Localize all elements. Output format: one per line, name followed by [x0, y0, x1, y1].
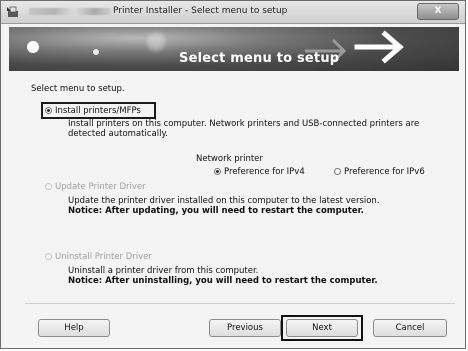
close-button[interactable]: X — [417, 3, 459, 20]
option-uninstall-driver-description-block: Uninstall a printer driver from this com… — [68, 266, 453, 286]
radio-uninstall-driver-icon[interactable] — [45, 253, 52, 260]
header-banner: Select menu to setup — [9, 27, 459, 71]
footer-separator — [25, 303, 455, 304]
option-uninstall-driver-description: Uninstall a printer driver from this com… — [68, 266, 259, 276]
installer-window: Printer Installer - Select menu to setup… — [0, 0, 466, 349]
option-install-printers-label: Install printers/MFPs — [55, 106, 141, 116]
close-icon: X — [434, 6, 442, 16]
option-update-driver-notice: Notice: After updating, you will need to… — [68, 206, 364, 216]
radio-install-printers-icon[interactable] — [45, 107, 52, 114]
radio-update-driver-icon[interactable] — [45, 183, 52, 190]
option-uninstall-driver-label: Uninstall Printer Driver — [55, 252, 152, 262]
option-install-printers-description: Install printers on this computer. Netwo… — [68, 119, 420, 139]
setup-prompt: Select menu to setup. — [31, 84, 125, 94]
option-install-printers[interactable]: Install printers/MFPs — [45, 106, 141, 116]
banner-decoration-dot — [27, 41, 39, 53]
option-uninstall-driver[interactable]: Uninstall Printer Driver — [45, 252, 152, 262]
window-title: Printer Installer - Select menu to setup — [113, 6, 288, 16]
network-printer-label: Network printer — [196, 154, 263, 164]
option-update-driver[interactable]: Update Printer Driver — [45, 182, 146, 192]
installer-app-icon — [7, 6, 18, 17]
previous-button[interactable]: Previous — [209, 319, 281, 337]
radio-ipv6-icon[interactable] — [334, 168, 341, 175]
next-button[interactable]: Next — [286, 319, 358, 337]
option-uninstall-driver-notice: Notice: After uninstalling, you will nee… — [68, 276, 378, 286]
option-update-driver-label: Update Printer Driver — [55, 182, 146, 192]
cancel-button[interactable]: Cancel — [373, 319, 447, 337]
option-ipv6[interactable]: Preference for IPv6 — [334, 167, 425, 177]
option-ipv4-label: Preference for IPv4 — [224, 167, 305, 177]
option-update-driver-description: Update the printer driver installed on t… — [68, 196, 380, 206]
redacted-product-name — [29, 8, 111, 15]
help-button[interactable]: Help — [38, 319, 110, 337]
banner-title: Select menu to setup — [179, 51, 340, 66]
option-update-driver-description-block: Update the printer driver installed on t… — [68, 196, 453, 216]
banner-decoration-dot — [147, 33, 165, 51]
title-bar: Printer Installer - Select menu to setup… — [1, 1, 465, 24]
banner-decoration-dot — [93, 49, 99, 55]
option-ipv6-label: Preference for IPv6 — [344, 167, 425, 177]
radio-ipv4-icon[interactable] — [214, 168, 221, 175]
option-ipv4[interactable]: Preference for IPv4 — [214, 167, 305, 177]
